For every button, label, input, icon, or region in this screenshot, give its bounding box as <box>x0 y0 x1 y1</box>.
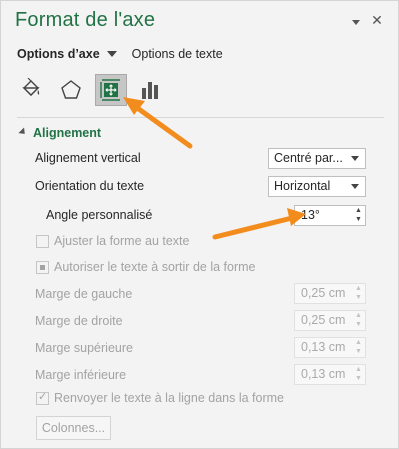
annotation-arrow-to-tab <box>123 97 193 149</box>
annotation-arrow-to-angle <box>212 208 306 240</box>
annotation-arrows <box>123 97 306 240</box>
